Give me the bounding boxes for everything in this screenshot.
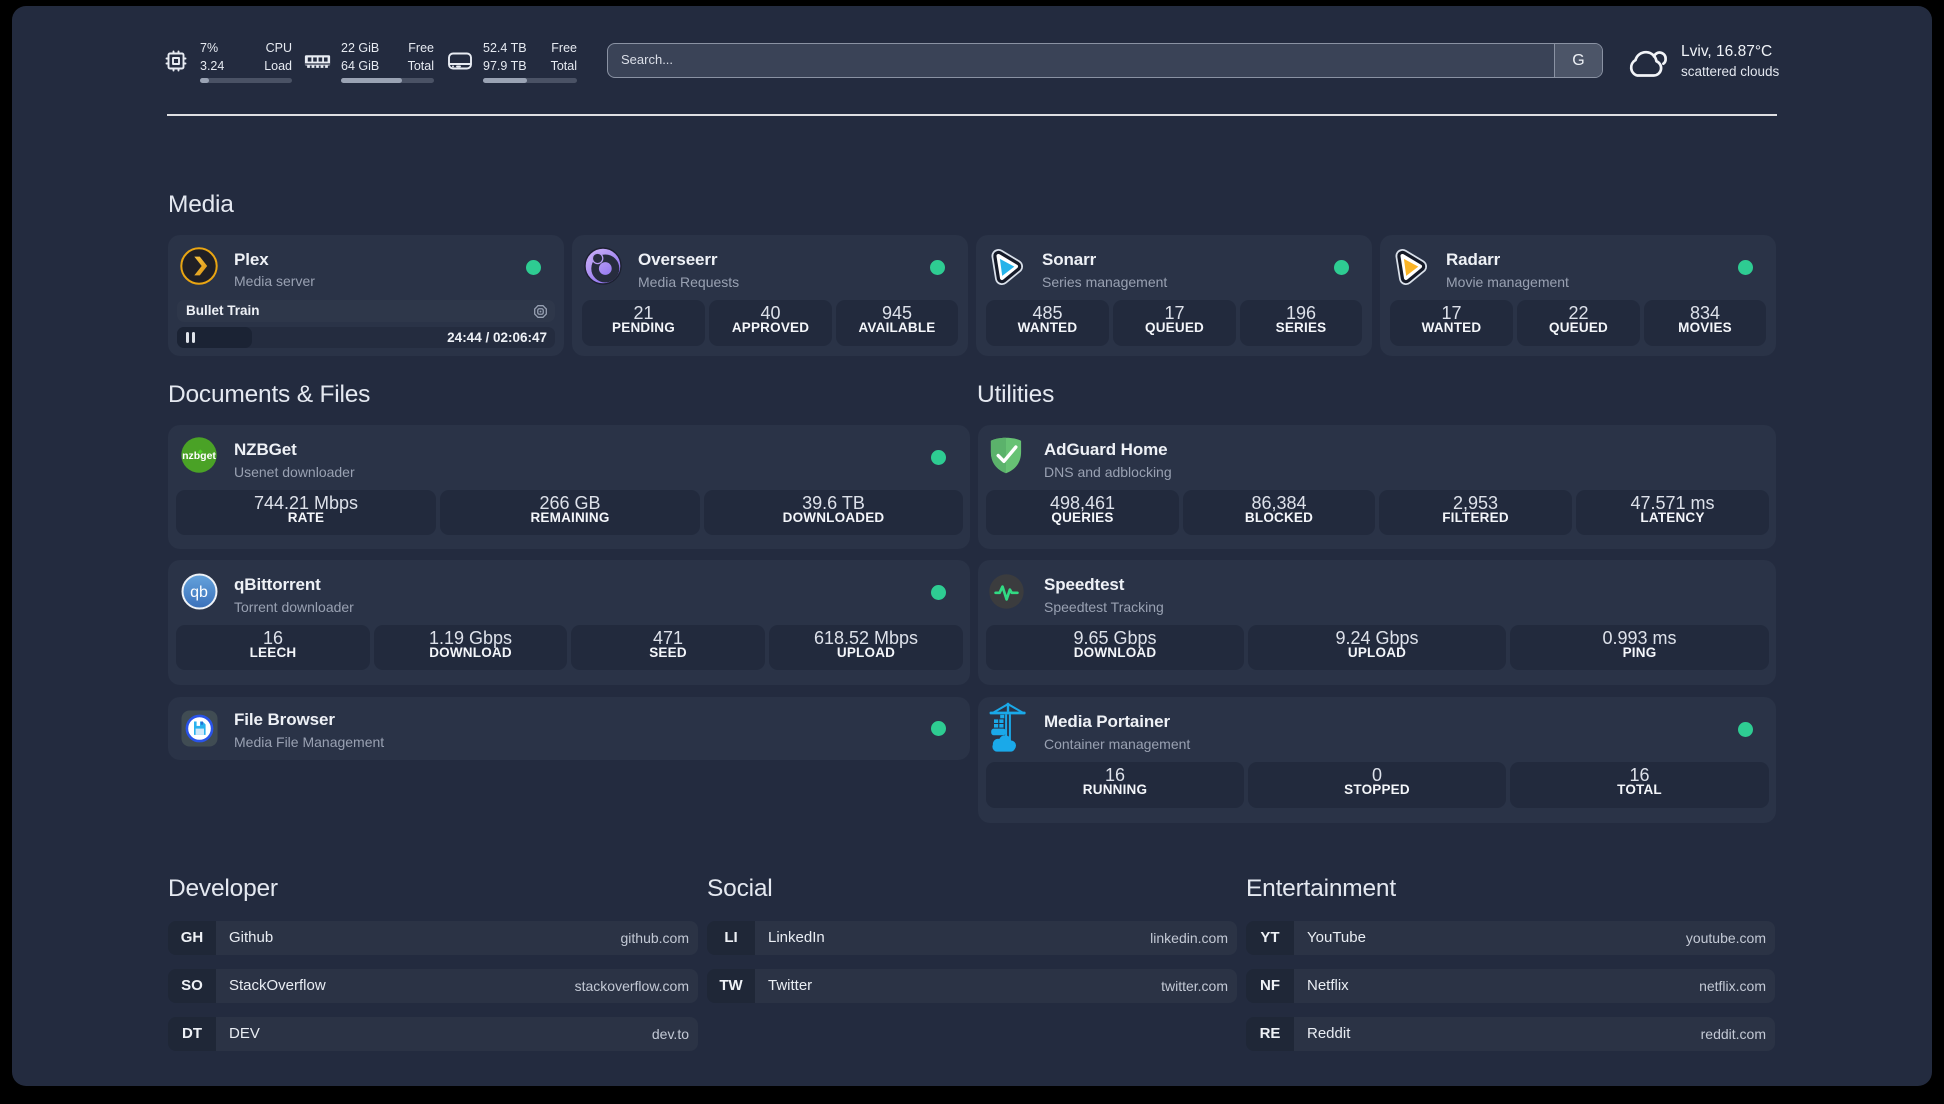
svg-text:qb: qb [190, 584, 208, 601]
svg-text:nzbget: nzbget [182, 450, 216, 462]
